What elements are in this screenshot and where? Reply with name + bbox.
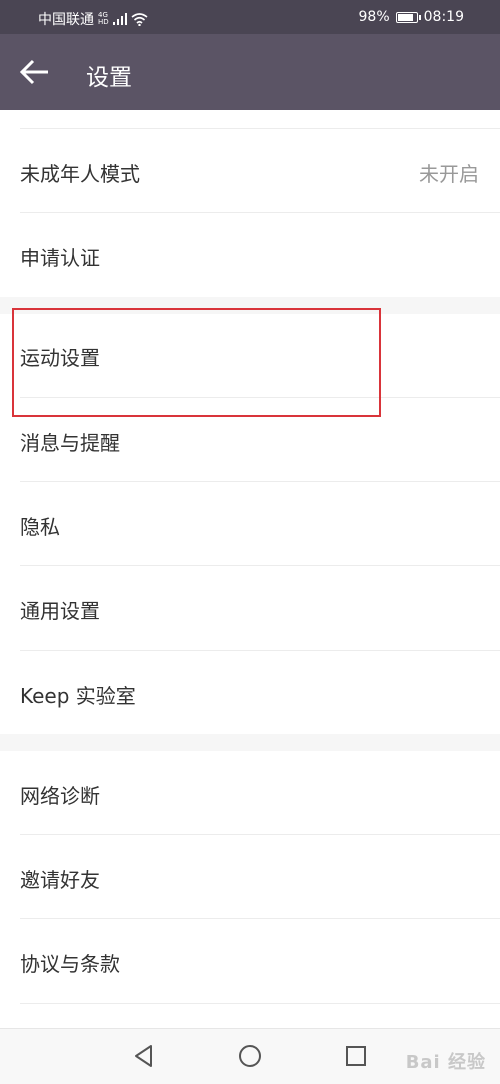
battery-icon [395, 11, 421, 23]
setting-label: 通用设置 [20, 599, 100, 623]
setting-row-minor-mode[interactable]: 未成年人模式 未开启 [0, 130, 500, 212]
setting-label: 申请认证 [20, 246, 100, 270]
setting-value: 未开启 [419, 162, 479, 186]
setting-row-apply-certification[interactable]: 申请认证 [0, 213, 500, 297]
status-right: 98% 08:19 [359, 9, 464, 25]
system-nav-bar: Bai 经验 [0, 1028, 500, 1084]
nav-home-icon[interactable] [237, 1043, 263, 1069]
highlight-box [12, 308, 381, 417]
wifi-icon [131, 12, 148, 26]
setting-row-invite-friends[interactable]: 邀请好友 [0, 835, 500, 918]
nav-recents-icon[interactable] [343, 1043, 369, 1069]
signal-icon [112, 13, 127, 25]
status-bar: 中国联通 4G HD 98% 08:19 [0, 0, 500, 34]
setting-row-keep-lab[interactable]: Keep 实验室 [0, 651, 500, 734]
setting-row-privacy[interactable]: 隐私 [0, 482, 500, 565]
setting-row-terms[interactable]: 协议与条款 [0, 919, 500, 1003]
setting-label: Keep 实验室 [20, 684, 136, 708]
divider [20, 1003, 500, 1004]
clock: 08:19 [423, 9, 464, 25]
setting-row-general-settings[interactable]: 通用设置 [0, 566, 500, 650]
app-bar: 设置 [0, 34, 500, 110]
nav-back-icon[interactable] [131, 1043, 157, 1069]
setting-label: 消息与提醒 [20, 431, 120, 455]
watermark: Bai 经验 [405, 1052, 486, 1073]
page-title: 设置 [86, 65, 132, 91]
setting-row-network-diagnosis[interactable]: 网络诊断 [0, 751, 500, 834]
status-left: 中国联通 4G HD [38, 9, 148, 29]
carrier-name: 中国联通 [38, 12, 94, 28]
setting-label: 协议与条款 [20, 952, 120, 976]
setting-label: 网络诊断 [20, 784, 100, 808]
setting-label: 未成年人模式 [20, 162, 140, 186]
network-type: 4G HD [98, 11, 109, 26]
section-gap [0, 734, 500, 751]
battery-percent: 98% [358, 9, 390, 25]
setting-label: 隐私 [20, 515, 60, 539]
back-arrow-icon[interactable] [20, 58, 50, 86]
divider [20, 128, 500, 129]
setting-label: 邀请好友 [20, 868, 100, 892]
